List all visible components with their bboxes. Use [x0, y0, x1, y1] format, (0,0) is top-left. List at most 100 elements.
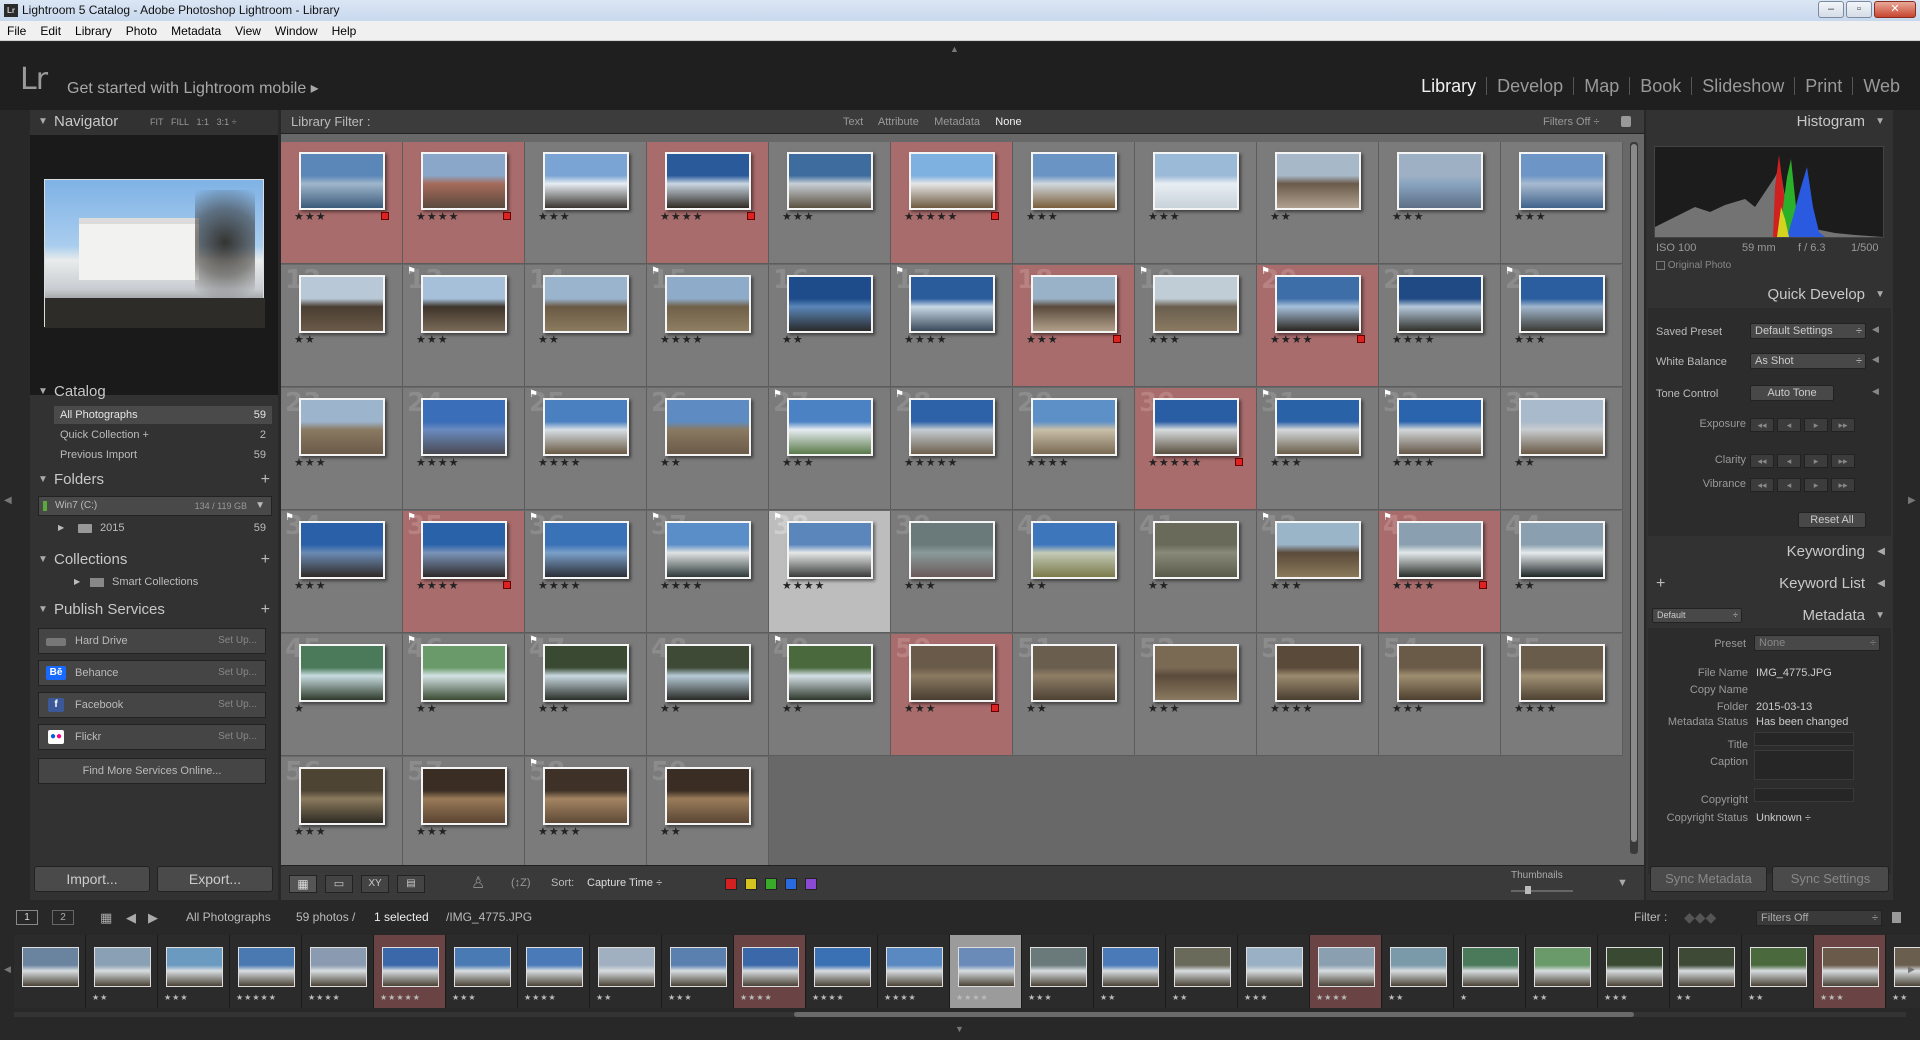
star-rating[interactable]: ★ — [294, 702, 305, 715]
photo-thumbnail[interactable] — [1153, 644, 1239, 702]
sync-metadata-button[interactable]: Sync Metadata — [1650, 866, 1767, 892]
star-rating[interactable]: ★★★ — [1270, 456, 1303, 469]
photo-thumbnail[interactable] — [1397, 398, 1483, 456]
filmstrip-image[interactable] — [886, 947, 943, 987]
grid-cell[interactable]: 41★★ — [1135, 511, 1257, 633]
collapse-left-icon[interactable]: ◀ — [1872, 386, 1879, 397]
module-library[interactable]: Library — [1411, 77, 1486, 95]
maximize-button[interactable]: ▫ — [1846, 1, 1872, 18]
photo-thumbnail[interactable] — [1031, 275, 1117, 333]
module-slideshow[interactable]: Slideshow — [1691, 77, 1794, 95]
filmstrip-thumbnail[interactable]: ★★ — [1094, 935, 1166, 1008]
star-rating[interactable]: ★★★★★ — [904, 210, 958, 223]
flag-icon[interactable]: ⚑ — [895, 390, 905, 400]
star-rating[interactable]: ★★★ — [782, 210, 815, 223]
filmstrip-thumbnail[interactable]: ★★★ — [446, 935, 518, 1008]
photo-thumbnail[interactable] — [909, 398, 995, 456]
grid-cell[interactable]: 16★★ — [769, 265, 891, 387]
flag-icon[interactable]: ⚑ — [651, 267, 661, 277]
menu-help[interactable]: Help — [325, 21, 364, 41]
photo-thumbnail[interactable] — [543, 152, 629, 210]
filmstrip-image[interactable] — [1102, 947, 1159, 987]
star-rating[interactable]: ★★ — [782, 333, 804, 346]
grid-cell[interactable]: ★★★ — [769, 142, 891, 264]
zoom-3-1[interactable]: 3:1 — [217, 117, 230, 127]
quick-develop-header[interactable]: Quick Develop ▼ — [1646, 283, 1893, 307]
filter-none[interactable]: None — [995, 116, 1021, 128]
grid-cell[interactable]: ★★★ — [1379, 142, 1501, 264]
grid-cell[interactable]: ★★ — [1257, 142, 1379, 264]
flag-icon[interactable]: ⚑ — [651, 513, 661, 523]
filmstrip-image[interactable] — [94, 947, 151, 987]
flag-icon[interactable]: ⚑ — [407, 513, 417, 523]
metadata-text-field[interactable] — [1754, 788, 1854, 802]
filmstrip-thumbnail[interactable]: ★★★ — [158, 935, 230, 1008]
selected-file-name[interactable]: /IMG_4775.JPG — [446, 904, 532, 931]
add-collection-icon[interactable]: + — [261, 548, 270, 572]
metadata-field-value[interactable]: IMG_4775.JPG — [1756, 667, 1832, 679]
grid-cell[interactable]: ★★★ — [1501, 142, 1623, 264]
metadata-field-value[interactable]: Has been changed — [1756, 716, 1848, 728]
filmstrip-image[interactable] — [382, 947, 439, 987]
grid-cell[interactable]: 22⚑★★★ — [1501, 265, 1623, 387]
photo-thumbnail[interactable] — [909, 152, 995, 210]
star-rating[interactable]: ★★★★ — [538, 579, 581, 592]
clarity-large-decrease[interactable]: ◂◂ — [1750, 454, 1774, 468]
star-rating[interactable]: ★★★ — [1148, 333, 1181, 346]
grid-shortcut-icon[interactable]: ▦ — [100, 904, 112, 931]
star-rating[interactable]: ★★★★ — [660, 333, 703, 346]
star-rating[interactable]: ★★ — [782, 702, 804, 715]
flag-icon[interactable]: ⚑ — [773, 636, 783, 646]
navigator-preview-image[interactable] — [44, 179, 265, 328]
photo-thumbnail[interactable] — [787, 644, 873, 702]
photo-thumbnail[interactable] — [299, 521, 385, 579]
collapse-left-icon[interactable]: ◀ — [1872, 354, 1879, 365]
menu-metadata[interactable]: Metadata — [164, 21, 228, 41]
star-rating[interactable]: ★★★ — [294, 825, 327, 838]
star-rating[interactable]: ★★★ — [904, 579, 937, 592]
white-balance-dropdown[interactable]: As Shot ÷ — [1750, 353, 1866, 369]
collapse-left-icon[interactable]: ◀ — [1872, 324, 1879, 335]
flag-icon[interactable]: ⚑ — [773, 513, 783, 523]
metadata-preset-dropdown[interactable]: None ÷ — [1754, 635, 1880, 651]
star-rating[interactable]: ★★★ — [1148, 210, 1181, 223]
exposure-large-increase[interactable]: ▸▸ — [1831, 418, 1855, 432]
photo-thumbnail[interactable] — [665, 275, 751, 333]
grid-cell[interactable]: 49⚑★★ — [769, 634, 891, 756]
metadata-header[interactable]: Default ÷ Metadata ▼ — [1646, 604, 1893, 628]
navigator-header[interactable]: ▼ Navigator FIT FILL 1:1 3:1 ÷ — [30, 110, 278, 134]
star-rating[interactable]: ★★★ — [782, 456, 815, 469]
star-rating[interactable]: ★★★ — [294, 456, 327, 469]
photo-thumbnail[interactable] — [1397, 275, 1483, 333]
filmstrip-image[interactable] — [1318, 947, 1375, 987]
grid-cell[interactable]: 52★★★ — [1135, 634, 1257, 756]
flag-icon[interactable]: ⚑ — [895, 267, 905, 277]
export-button[interactable]: Export... — [157, 866, 273, 892]
photo-thumbnail[interactable] — [299, 644, 385, 702]
photo-thumbnail[interactable] — [1031, 152, 1117, 210]
star-rating[interactable]: ★★★★ — [1270, 333, 1313, 346]
filmstrip-image[interactable] — [526, 947, 583, 987]
checkbox-icon[interactable] — [1656, 260, 1665, 270]
photo-thumbnail[interactable] — [543, 275, 629, 333]
primary-window-button[interactable]: 1 — [16, 910, 38, 925]
photo-thumbnail[interactable] — [909, 521, 995, 579]
filmstrip-image[interactable] — [814, 947, 871, 987]
grid-cell[interactable]: 23★★★ — [281, 388, 403, 510]
grid-cell[interactable]: 28⚑★★★★★ — [891, 388, 1013, 510]
right-panel-toggle-icon[interactable]: ▶ — [1908, 495, 1916, 506]
grid-cell[interactable]: 55⚑★★★★ — [1501, 634, 1623, 756]
photo-thumbnail[interactable] — [1031, 644, 1117, 702]
grid-cell[interactable]: 35⚑★★★★ — [403, 511, 525, 633]
filmstrip-thumbnail[interactable]: ★★★ — [1814, 935, 1886, 1008]
flag-icon[interactable]: ⚑ — [1383, 513, 1393, 523]
filmstrip-thumbnail[interactable] — [14, 935, 86, 1008]
reset-all-button[interactable]: Reset All — [1798, 512, 1866, 528]
photo-thumbnail[interactable] — [543, 644, 629, 702]
star-rating[interactable]: ★★★ — [1270, 579, 1303, 592]
photo-thumbnail[interactable] — [1519, 398, 1605, 456]
star-rating[interactable]: ★★★★ — [416, 210, 459, 223]
menu-window[interactable]: Window — [268, 21, 325, 41]
filmstrip-thumbnail[interactable]: ★★ — [1166, 935, 1238, 1008]
metadata-view-dropdown[interactable]: Default ÷ — [1652, 608, 1742, 623]
